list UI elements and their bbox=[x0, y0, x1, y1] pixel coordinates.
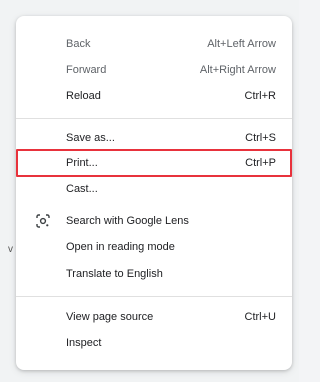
menu-item-label: Search with Google Lens bbox=[66, 215, 189, 227]
menu-item-shortcut: Alt+Left Arrow bbox=[207, 38, 276, 50]
menu-item-search-google-lens[interactable]: Search with Google Lens bbox=[16, 209, 292, 233]
menu-item-save-as[interactable]: Save as... Ctrl+S bbox=[16, 126, 292, 150]
menu-item-translate[interactable]: Translate to English bbox=[16, 262, 292, 286]
menu-item-label: Reload bbox=[66, 90, 101, 102]
context-menu: Back Alt+Left Arrow Forward Alt+Right Ar… bbox=[16, 16, 292, 370]
menu-item-back[interactable]: Back Alt+Left Arrow bbox=[16, 32, 292, 56]
menu-item-shortcut: Ctrl+U bbox=[244, 311, 276, 323]
menu-item-label: Back bbox=[66, 38, 91, 50]
menu-item-label: Print... bbox=[66, 157, 98, 169]
menu-item-print[interactable]: Print... Ctrl+P bbox=[16, 151, 292, 175]
menu-item-shortcut: Ctrl+S bbox=[245, 132, 276, 144]
menu-item-shortcut: Alt+Right Arrow bbox=[199, 64, 276, 76]
menu-separator bbox=[16, 296, 292, 297]
menu-item-label: Translate to English bbox=[66, 268, 163, 280]
menu-item-label: Save as... bbox=[66, 132, 115, 144]
menu-item-label: Cast... bbox=[66, 183, 98, 195]
menu-item-view-page-source[interactable]: View page source Ctrl+U bbox=[16, 305, 292, 329]
google-lens-icon bbox=[36, 214, 50, 228]
menu-item-reload[interactable]: Reload Ctrl+R bbox=[16, 84, 292, 108]
menu-item-cast[interactable]: Cast... bbox=[16, 177, 292, 201]
menu-item-shortcut: Ctrl+P bbox=[245, 157, 276, 169]
menu-item-label: Forward bbox=[66, 64, 107, 76]
menu-separator bbox=[16, 118, 292, 119]
menu-item-label: Inspect bbox=[66, 337, 102, 349]
menu-item-label: View page source bbox=[66, 311, 154, 323]
menu-item-label: Open in reading mode bbox=[66, 241, 175, 253]
page-text-fragment: v bbox=[8, 244, 13, 255]
menu-item-reading-mode[interactable]: Open in reading mode bbox=[16, 235, 292, 259]
menu-item-shortcut: Ctrl+R bbox=[244, 90, 276, 102]
menu-item-forward[interactable]: Forward Alt+Right Arrow bbox=[16, 58, 292, 82]
menu-item-inspect[interactable]: Inspect bbox=[16, 331, 292, 355]
